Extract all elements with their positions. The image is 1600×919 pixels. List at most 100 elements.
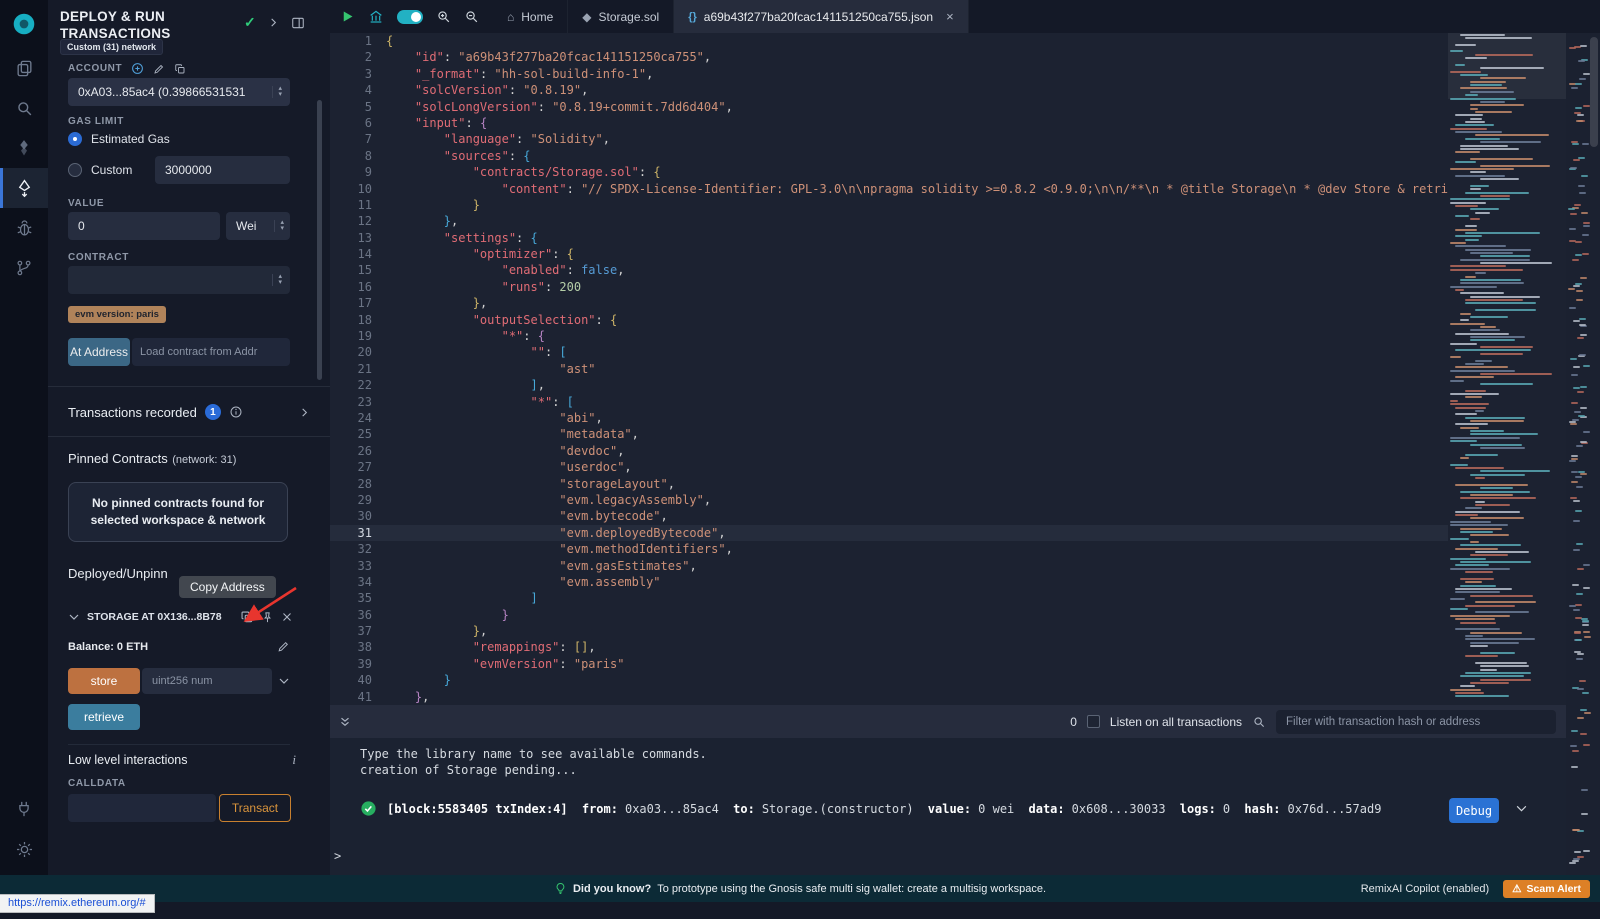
calldata-input[interactable] (68, 794, 216, 822)
sidebar-item-git[interactable] (0, 248, 48, 288)
code-line[interactable]: 32 "evm.methodIdentifiers", (330, 541, 1448, 557)
code-line[interactable]: 34 "evm.assembly" (330, 574, 1448, 590)
close-tab-icon[interactable]: × (946, 9, 954, 24)
library-icon[interactable] (368, 9, 384, 25)
search-icon[interactable] (1252, 715, 1266, 729)
code-line[interactable]: 27 "userdoc", (330, 459, 1448, 475)
retrieve-button[interactable]: retrieve (68, 704, 140, 730)
sidebar-item-solidity-compiler[interactable] (0, 128, 48, 168)
sidebar-item-file-explorer[interactable] (0, 48, 48, 88)
code-line[interactable]: 4 "solcVersion": "0.8.19", (330, 82, 1448, 98)
account-select[interactable]: 0xA03...85ac4 (0.39866531531 ▴▾ (68, 78, 290, 106)
zoom-in-icon[interactable] (436, 9, 451, 24)
code-line[interactable]: 26 "devdoc", (330, 443, 1448, 459)
code-line[interactable]: 7 "language": "Solidity", (330, 131, 1448, 147)
value-input[interactable] (68, 212, 220, 240)
store-arg-input[interactable] (142, 668, 272, 694)
store-button[interactable]: store (68, 668, 140, 694)
edit-account-icon[interactable] (153, 63, 165, 75)
low-level-info-icon[interactable]: i (292, 752, 296, 768)
code-line[interactable]: 19 "*": { (330, 328, 1448, 344)
add-account-icon[interactable] (131, 62, 144, 75)
overview-ruler[interactable] (1566, 33, 1600, 875)
code-line[interactable]: 1{ (330, 33, 1448, 49)
code-line[interactable]: 15 "enabled": false, (330, 262, 1448, 278)
code-line[interactable]: 40 } (330, 672, 1448, 688)
code-line[interactable]: 38 "remappings": [], (330, 639, 1448, 655)
code-line[interactable]: 33 "evm.gasEstimates", (330, 558, 1448, 574)
zoom-out-icon[interactable] (464, 9, 479, 24)
custom-gas-input[interactable] (155, 156, 290, 184)
stepper-icon[interactable]: ▴▾ (272, 274, 282, 286)
code-line[interactable]: 37 }, (330, 623, 1448, 639)
estimated-gas-radio[interactable] (68, 132, 82, 146)
code-line[interactable]: 5 "solcLongVersion": "0.8.19+commit.7dd6… (330, 99, 1448, 115)
stepper-icon[interactable]: ▴▾ (274, 220, 284, 232)
code-line[interactable]: 13 "settings": { (330, 230, 1448, 246)
panel-scrollbar[interactable] (317, 100, 322, 380)
expand-transactions-icon[interactable] (299, 407, 310, 418)
code-line[interactable]: 23 "*": [ (330, 394, 1448, 410)
run-script-icon[interactable] (340, 9, 355, 24)
custom-gas-radio[interactable] (68, 163, 82, 177)
info-icon[interactable] (229, 405, 243, 419)
code-line[interactable]: 28 "storageLayout", (330, 476, 1448, 492)
pin-panel-icon[interactable] (291, 16, 305, 30)
code-line[interactable]: 9 "contracts/Storage.sol": { (330, 164, 1448, 180)
code-line[interactable]: 2 "id": "a69b43f277ba20fcac141151250ca75… (330, 49, 1448, 65)
tab-build-info-json[interactable]: {} a69b43f277ba20fcac141151250ca755.json… (674, 0, 968, 33)
debug-button[interactable]: Debug (1449, 798, 1499, 823)
code-line[interactable]: 29 "evm.legacyAssembly", (330, 492, 1448, 508)
code-line[interactable]: 14 "optimizer": { (330, 246, 1448, 262)
code-line[interactable]: 39 "evmVersion": "paris" (330, 656, 1448, 672)
expand-args-icon[interactable] (278, 675, 290, 687)
at-address-input[interactable] (132, 338, 290, 366)
code-line[interactable]: 20 "": [ (330, 344, 1448, 360)
code-line[interactable]: 18 "outputSelection": { (330, 312, 1448, 328)
chevron-right-icon[interactable] (268, 17, 279, 28)
code-line[interactable]: 30 "evm.bytecode", (330, 508, 1448, 524)
minimap[interactable] (1448, 33, 1566, 705)
transact-button[interactable]: Transact (219, 794, 291, 822)
listen-all-checkbox[interactable] (1087, 715, 1100, 728)
tab-storage-sol[interactable]: ◆ Storage.sol (568, 0, 674, 33)
filter-transactions-input[interactable] (1276, 710, 1556, 734)
code-editor[interactable]: 1{2 "id": "a69b43f277ba20fcac141151250ca… (330, 33, 1448, 705)
at-address-button[interactable]: At Address (68, 338, 130, 366)
code-line[interactable]: 22 ], (330, 377, 1448, 393)
edit-balance-icon[interactable] (277, 640, 290, 653)
copy-account-icon[interactable] (174, 63, 186, 75)
sidebar-item-debugger[interactable] (0, 208, 48, 248)
sidebar-item-deploy-run[interactable] (0, 168, 48, 208)
code-line[interactable]: 8 "sources": { (330, 148, 1448, 164)
code-line[interactable]: 24 "abi", (330, 410, 1448, 426)
code-line[interactable]: 10 "content": "// SPDX-License-Identifie… (330, 181, 1448, 197)
code-line[interactable]: 36 } (330, 607, 1448, 623)
code-line[interactable]: 25 "metadata", (330, 426, 1448, 442)
scrollbar-thumb[interactable] (1590, 37, 1598, 147)
scam-alert-badge[interactable]: ⚠ Scam Alert (1503, 880, 1590, 898)
tab-home[interactable]: ⌂ Home (493, 0, 568, 33)
expand-log-icon[interactable] (1515, 802, 1528, 815)
code-line[interactable]: 6 "input": { (330, 115, 1448, 131)
chevron-down-icon[interactable] (68, 611, 80, 623)
remix-logo[interactable] (0, 0, 48, 48)
code-line[interactable]: 11 } (330, 197, 1448, 213)
copilot-toggle[interactable] (397, 10, 423, 24)
sidebar-item-search[interactable] (0, 88, 48, 128)
code-line[interactable]: 31 "evm.deployedBytecode", (330, 525, 1448, 541)
copilot-status[interactable]: RemixAI Copilot (enabled) (1361, 883, 1489, 895)
code-line[interactable]: 16 "runs": 200 (330, 279, 1448, 295)
code-line[interactable]: 17 }, (330, 295, 1448, 311)
value-unit-select[interactable]: Wei ▴▾ (226, 212, 290, 240)
sidebar-item-plugin-manager[interactable] (0, 789, 48, 829)
code-line[interactable]: 21 "ast" (330, 361, 1448, 377)
stepper-icon[interactable]: ▴▾ (272, 86, 282, 98)
minimap-viewport[interactable] (1448, 33, 1566, 99)
code-line[interactable]: 12 }, (330, 213, 1448, 229)
code-line[interactable]: 3 "_format": "hh-sol-build-info-1", (330, 66, 1448, 82)
contract-select[interactable]: ▴▾ (68, 266, 290, 294)
code-line[interactable]: 41 }, (330, 689, 1448, 705)
code-line[interactable]: 35 ] (330, 590, 1448, 606)
terminal-prompt[interactable]: > (334, 849, 341, 863)
